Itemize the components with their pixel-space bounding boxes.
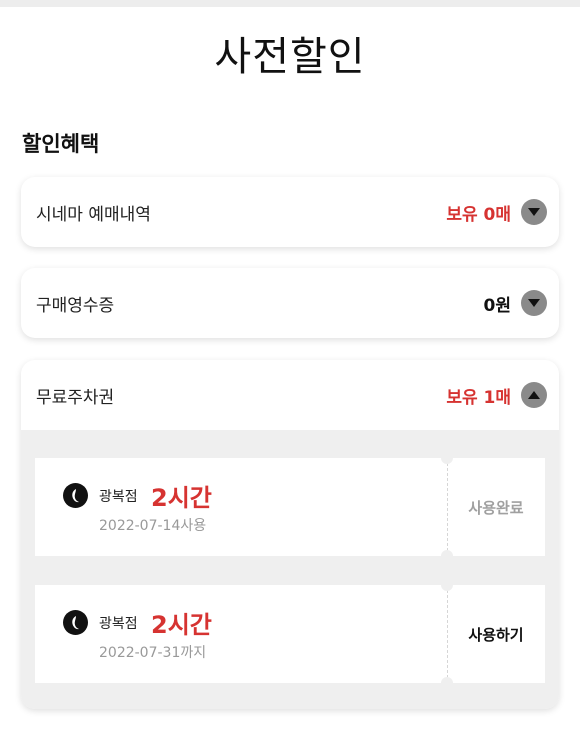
coupon-date: 2022-07-31까지 [99,645,207,661]
ticket-notch [441,550,453,562]
cinema-booking-row[interactable]: 시네마 예매내역 보유 0매 [21,177,559,247]
ticket-notch [441,579,453,591]
page-title: 사전할인 [214,34,366,80]
purchase-receipt-card[interactable]: 구매영수증 0원 [21,268,559,338]
cinema-booking-label: 시네마 예매내역 [36,204,151,225]
coupon-duration: 2시간 [151,484,212,512]
free-parking-value: 보유 1매 [446,387,511,408]
coupon-info: 광복점 2시간 2022-07-31까지 [35,585,447,683]
parking-coupon: 광복점 2시간 2022-07-31까지 사용하기 [35,579,545,689]
coupon-info: 광복점 2시간 2022-07-14사용 [35,458,447,556]
free-parking-card: 무료주차권 보유 1매 광복점 2시간 2022-07-14사용 사용완료 광복… [21,360,559,709]
section-title: 할인혜택 [22,132,100,156]
purchase-receipt-label: 구매영수증 [36,295,115,316]
coupon-branch: 광복점 [99,489,138,505]
coupon-branch: 광복점 [99,616,138,632]
free-parking-label: 무료주차권 [36,387,115,408]
use-coupon-button[interactable]: 사용하기 [447,585,545,683]
ticket-divider [447,458,448,556]
chevron-down-icon[interactable] [521,290,547,316]
ticket-notch [441,452,453,464]
coupon-date: 2022-07-14사용 [99,518,207,534]
chevron-up-icon[interactable] [521,382,547,408]
purchase-receipt-value: 0원 [483,295,511,316]
coupon-used-label: 사용완료 [468,498,524,517]
lotte-logo-icon [63,610,88,635]
chevron-down-icon[interactable] [521,199,547,225]
ticket-notch [441,677,453,689]
cinema-booking-value: 보유 0매 [446,204,511,225]
cinema-booking-card[interactable]: 시네마 예매내역 보유 0매 [21,177,559,247]
parking-coupon-list: 광복점 2시간 2022-07-14사용 사용완료 광복점 2시간 2022-0… [21,430,559,709]
parking-coupon: 광복점 2시간 2022-07-14사용 사용완료 [35,452,545,562]
purchase-receipt-row[interactable]: 구매영수증 0원 [21,268,559,338]
lotte-logo-icon [63,483,88,508]
coupon-duration: 2시간 [151,611,212,639]
ticket-divider [447,585,448,683]
free-parking-row[interactable]: 무료주차권 보유 1매 [21,360,559,430]
top-strip [0,0,580,7]
